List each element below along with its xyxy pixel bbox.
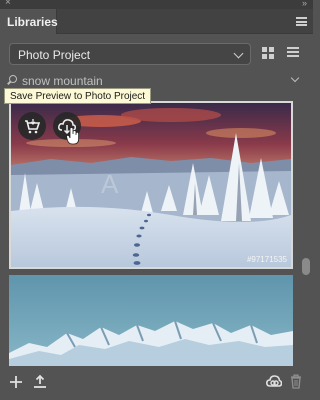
stock-id-badge: #97171535: [246, 255, 287, 264]
close-panel-icon[interactable]: ×: [5, 0, 11, 8]
panel-tab-bar: Libraries: [0, 9, 313, 34]
svg-text:A: A: [101, 169, 119, 199]
tooltip: Save Preview to Photo Project: [4, 88, 152, 104]
result-thumbnail-snowy-forest[interactable]: A #97171535: [9, 101, 293, 269]
mountain-range-image: [9, 275, 293, 366]
tab-libraries[interactable]: Libraries: [0, 9, 58, 34]
add-icon[interactable]: [9, 375, 23, 389]
scrollbar-thumb[interactable]: [302, 258, 310, 275]
trash-icon[interactable]: [290, 374, 302, 389]
bottom-toolbar: [0, 368, 313, 400]
hand-cursor-icon: [66, 127, 79, 145]
chevron-down-icon: [233, 48, 244, 59]
creative-cloud-icon[interactable]: [266, 374, 282, 389]
library-select-value: Photo Project: [18, 48, 91, 62]
search-icon: [9, 75, 17, 83]
grid-view-icon[interactable]: [262, 47, 274, 59]
library-select[interactable]: Photo Project: [9, 43, 251, 65]
license-cart-button[interactable]: [18, 112, 46, 140]
search-input[interactable]: snow mountain: [22, 74, 103, 88]
cart-icon: [25, 119, 41, 134]
result-thumbnail-mountain-range[interactable]: [9, 275, 293, 366]
list-view-icon[interactable]: [287, 47, 299, 59]
collapse-panel-icon[interactable]: »: [302, 0, 307, 8]
upload-icon[interactable]: [33, 374, 47, 389]
search-results: A #97171535: [9, 101, 295, 366]
panel-menu-icon[interactable]: [296, 17, 307, 26]
search-options-chevron-icon[interactable]: [290, 73, 300, 83]
scrollbar[interactable]: [301, 101, 311, 367]
panel-top-strip: × »: [0, 0, 313, 9]
